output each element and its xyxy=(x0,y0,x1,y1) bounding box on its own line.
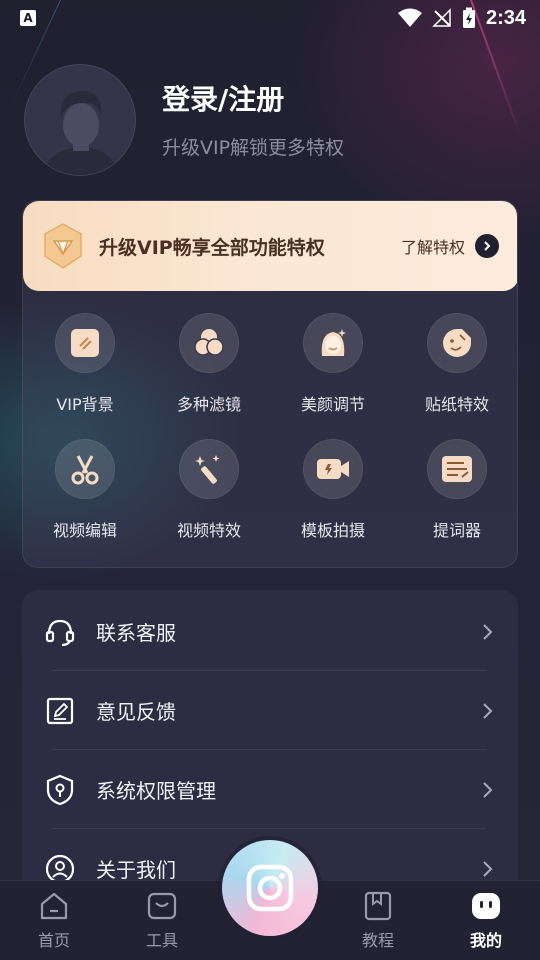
tutorial-icon xyxy=(364,891,392,921)
feature-label: 视频特效 xyxy=(176,521,241,540)
feature-template-shoot[interactable]: 模板拍摄 xyxy=(271,439,395,549)
menu-label: 关于我们 xyxy=(96,858,176,882)
nav-label: 首页 xyxy=(37,931,70,950)
feedback-icon xyxy=(44,695,76,727)
feature-sticker[interactable]: 贴纸特效 xyxy=(395,313,517,423)
feature-teleprompter[interactable]: 提词器 xyxy=(395,439,517,549)
status-bar: A 2:34 xyxy=(0,0,540,36)
menu-label: 意见反馈 xyxy=(96,700,176,724)
home-icon xyxy=(40,892,68,920)
menu-label: 联系客服 xyxy=(96,621,176,645)
menu-item-customer-service[interactable]: 联系客服 xyxy=(22,592,518,671)
vip-subtitle: 升级VIP解锁更多特权 xyxy=(162,137,345,159)
magic-wand-icon xyxy=(179,439,239,499)
headset-icon xyxy=(44,616,76,648)
feature-vip-background[interactable]: VIP背景 xyxy=(23,313,147,423)
filters-icon xyxy=(179,313,239,373)
feature-filters[interactable]: 多种滤镜 xyxy=(147,313,271,423)
default-avatar-icon xyxy=(43,91,119,175)
chevron-right-icon xyxy=(483,702,493,719)
chevron-right-icon xyxy=(475,234,499,258)
vip-banner-text: 升级VIP畅享全部功能特权 xyxy=(99,236,325,259)
nav-label: 我的 xyxy=(469,931,502,950)
learn-more-button[interactable]: 了解特权 xyxy=(401,234,499,258)
feature-label: 视频编辑 xyxy=(52,521,117,540)
battery-charging-icon xyxy=(462,7,475,28)
feature-label: 多种滤镜 xyxy=(176,395,241,414)
clock: 2:34 xyxy=(485,6,526,29)
feature-label: 美颜调节 xyxy=(300,395,365,414)
nav-mine[interactable]: 我的 xyxy=(446,891,526,951)
vip-diamond-icon xyxy=(44,223,82,269)
login-register-link[interactable]: 登录/注册 xyxy=(162,78,284,118)
menu-item-feedback[interactable]: 意见反馈 xyxy=(22,671,518,750)
vip-banner[interactable]: 升级VIP畅享全部功能特权 了解特权 xyxy=(23,201,517,291)
vip-background-icon xyxy=(55,313,115,373)
scissors-icon xyxy=(55,439,115,499)
camera-button[interactable] xyxy=(222,840,318,936)
menu-label: 系统权限管理 xyxy=(96,779,216,803)
video-camera-icon xyxy=(303,439,363,499)
chevron-right-icon xyxy=(483,781,493,798)
nav-tutorial[interactable]: 教程 xyxy=(338,891,418,951)
wifi-icon xyxy=(397,8,422,27)
feature-label: 提词器 xyxy=(432,521,481,540)
avatar[interactable] xyxy=(24,64,136,176)
mine-icon xyxy=(472,893,500,919)
nav-home[interactable]: 首页 xyxy=(14,891,94,951)
feature-label: 贴纸特效 xyxy=(424,395,489,414)
teleprompter-icon xyxy=(427,439,487,499)
feature-video-effects[interactable]: 视频特效 xyxy=(147,439,271,549)
nav-label: 工具 xyxy=(145,931,178,950)
shield-icon xyxy=(44,774,76,806)
chevron-right-icon xyxy=(483,623,493,640)
beauty-icon xyxy=(303,313,363,373)
nav-tools[interactable]: 工具 xyxy=(122,891,202,951)
menu-item-permissions[interactable]: 系统权限管理 xyxy=(22,750,518,829)
feature-label: 模板拍摄 xyxy=(300,521,365,540)
sticker-icon xyxy=(427,313,487,373)
vip-panel: 升级VIP畅享全部功能特权 了解特权 VIP背景 多种滤镜 美颜调节 贴纸特效 … xyxy=(22,200,518,568)
learn-more-label: 了解特权 xyxy=(400,238,465,257)
chevron-right-icon xyxy=(483,860,493,877)
nav-label: 教程 xyxy=(361,931,394,950)
feature-beauty[interactable]: 美颜调节 xyxy=(271,313,395,423)
feature-grid: VIP背景 多种滤镜 美颜调节 贴纸特效 视频编辑 视频特效 模板拍摄 提词器 xyxy=(23,313,517,549)
camera-icon xyxy=(246,864,294,912)
feature-label: VIP背景 xyxy=(56,395,114,414)
app-notification-icon: A xyxy=(20,10,36,26)
no-signal-icon xyxy=(432,8,451,27)
feature-video-edit[interactable]: 视频编辑 xyxy=(23,439,147,549)
tools-icon xyxy=(147,892,177,920)
